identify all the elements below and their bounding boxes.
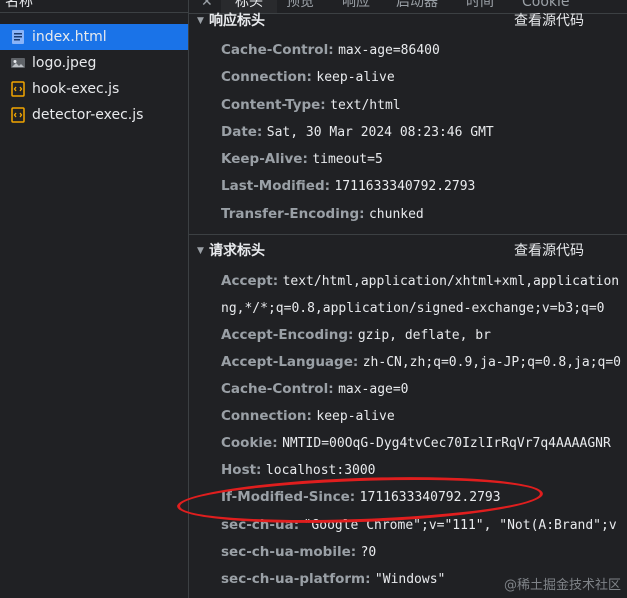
header-row: Accept-Encoding: gzip, deflate, br [221,325,491,345]
header-row: Cache-Control: max-age=86400 [221,40,440,60]
header-key: If-Modified-Since: [221,489,356,505]
request-item-hook-exec-js[interactable]: hook-exec.js [0,76,188,102]
view-source-link[interactable]: 查看源代码 [514,241,584,261]
document-icon [12,30,24,44]
header-row-continuation: ng,*/*;q=0.8,application/signed-exchange… [221,298,605,318]
header-key: Accept-Language: [221,354,359,370]
script-icon [11,107,25,123]
header-key: sec-ch-ua: [221,517,300,533]
header-row: Content-Type: text/html [221,95,401,115]
file-name: hook-exec.js [32,81,120,97]
header-value: zh-CN,zh;q=0.9,ja-JP;q=0.8,ja;q=0 [362,355,621,370]
header-value: ?0 [360,545,377,560]
request-list: 名称 index.html logo.jpeg hook-exec.js det… [0,0,189,598]
header-key: Cache-Control: [221,381,334,397]
request-details-pane: ✕ 标头 预览 响应 启动器 时间 Cookie ▼ 响应标头 查看源代码 Ca… [189,0,627,598]
header-key: Accept: [221,273,279,289]
header-row: Host: localhost:3000 [221,460,376,480]
collapse-triangle-icon: ▼ [197,246,204,256]
section-title: 响应标头 [209,13,265,29]
image-icon [11,58,25,68]
header-row: Accept: text/html,application/xhtml+xml,… [221,271,619,291]
header-value: max-age=0 [338,382,409,397]
header-value: localhost:3000 [265,463,376,478]
header-row: Last-Modified: 1711633340792.2793 [221,176,475,196]
header-value: chunked [368,207,424,222]
header-value: keep-alive [316,70,395,85]
section-divider [189,234,627,235]
header-key: Transfer-Encoding: [221,206,365,222]
header-value: gzip, deflate, br [357,328,491,343]
header-key: Cookie: [221,435,278,451]
header-key: Connection: [221,408,312,424]
header-value: Sat, 30 Mar 2024 08:23:46 GMT [266,125,494,140]
header-value: timeout=5 [312,152,383,167]
header-row: Keep-Alive: timeout=5 [221,149,383,169]
name-column-header[interactable]: 名称 [0,0,188,13]
header-key: sec-ch-ua-platform: [221,571,371,587]
file-name: detector-exec.js [32,107,144,123]
header-value: text/html [330,98,401,113]
header-value: max-age=86400 [338,43,440,58]
request-item-detector-exec-js[interactable]: detector-exec.js [0,102,188,128]
file-name: index.html [32,29,107,45]
request-item-index-html[interactable]: index.html [0,24,188,50]
collapse-triangle-icon: ▼ [197,16,204,26]
header-value: ng,*/*;q=0.8,application/signed-exchange… [221,301,605,316]
response-headers-section-header[interactable]: ▼ 响应标头 查看源代码 [189,11,627,31]
request-headers-section-header[interactable]: ▼ 请求标头 查看源代码 [189,241,627,261]
file-name: logo.jpeg [32,55,97,71]
header-value: keep-alive [316,409,395,424]
script-icon [11,81,25,97]
header-key: Connection: [221,69,312,85]
header-row: sec-ch-ua-mobile: ?0 [221,542,376,562]
header-key: Accept-Encoding: [221,327,354,343]
header-row: sec-ch-ua-platform: "Windows" [221,569,445,589]
header-row: Accept-Language: zh-CN,zh;q=0.9,ja-JP;q=… [221,352,621,372]
request-item-logo-jpeg[interactable]: logo.jpeg [0,50,188,76]
header-row: Date: Sat, 30 Mar 2024 08:23:46 GMT [221,122,494,142]
header-value: text/html,application/xhtml+xml,applicat… [282,274,620,289]
section-title: 请求标头 [209,243,265,259]
header-key: Cache-Control: [221,42,334,58]
header-value: "Windows" [374,572,446,587]
header-row: Transfer-Encoding: chunked [221,204,424,224]
header-value: "Google Chrome";v="111", "Not(A:Brand";v [303,518,617,533]
header-value: 1711633340792.2793 [359,490,501,505]
header-key: Keep-Alive: [221,151,308,167]
header-row: If-Modified-Since: 1711633340792.2793 [221,487,501,507]
header-row: Cookie: NMTID=00OqG-Dyg4tvCec70IzlIrRqVr… [221,433,611,453]
header-row: Connection: keep-alive [221,67,395,87]
header-key: Content-Type: [221,97,326,113]
watermark: @稀土掘金技术社区 [503,578,621,593]
header-value: 1711633340792.2793 [334,179,476,194]
header-row: sec-ch-ua: "Google Chrome";v="111", "Not… [221,515,617,535]
header-key: sec-ch-ua-mobile: [221,544,357,560]
header-key: Date: [221,124,263,140]
header-value: NMTID=00OqG-Dyg4tvCec70IzlIrRqVr7q4AAAAG… [282,436,611,451]
header-key: Host: [221,462,262,478]
header-row: Cache-Control: max-age=0 [221,379,409,399]
view-source-link[interactable]: 查看源代码 [514,11,584,31]
header-key: Last-Modified: [221,178,331,194]
header-row: Connection: keep-alive [221,406,395,426]
